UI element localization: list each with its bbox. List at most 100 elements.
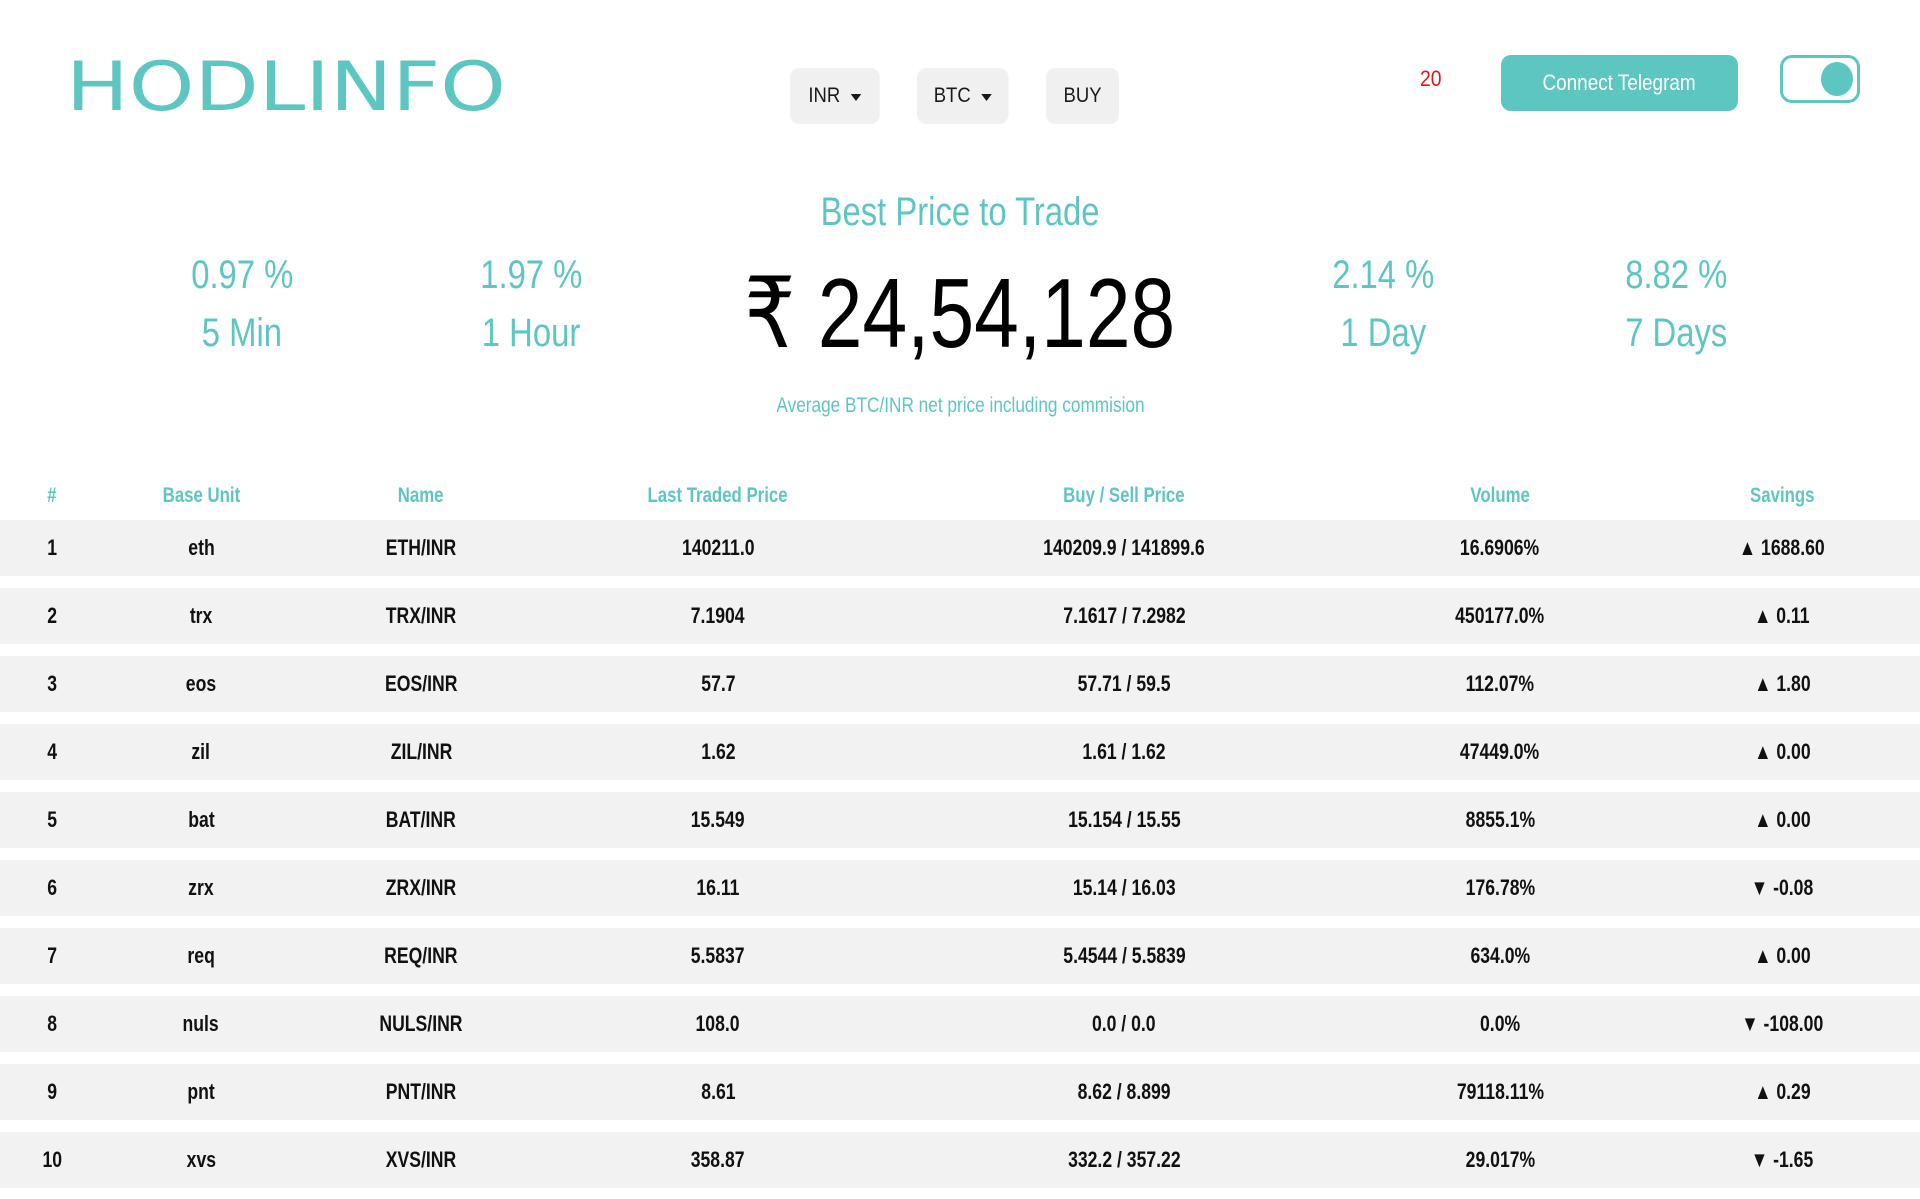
cell-text: 2: [47, 603, 57, 628]
cell-text: 7.1904: [691, 603, 745, 628]
cell-volume: 0.0%: [1356, 1011, 1644, 1037]
cell-base-unit: pnt: [104, 1079, 298, 1105]
cell-text: 7: [47, 943, 57, 968]
cell-name: NULS/INR: [298, 1011, 544, 1037]
cell-text: nuls: [182, 1011, 220, 1036]
cell-buy-sell-price: 332.2 / 357.22: [892, 1147, 1356, 1173]
cell-savings: ▲ 1.80: [1644, 671, 1920, 697]
cell-index: 10: [0, 1147, 104, 1173]
table-row[interactable]: 7 req REQ/INR 5.5837 5.4544 / 5.5839 634.0% ▲ …: [0, 928, 1920, 984]
cell-text: ZRX/INR: [385, 875, 457, 900]
cell-text: zrx: [188, 875, 214, 900]
cell-buy-sell-price: 15.154 / 15.55: [892, 807, 1356, 833]
table-row[interactable]: 6 zrx ZRX/INR 16.11 15.14 / 16.03 176.78% ▼ -0…: [0, 860, 1920, 916]
chevron-down-icon: [981, 93, 992, 101]
cell-last-traded-price: 15.549: [544, 807, 892, 833]
cell-text: 15.14 / 16.03: [1072, 875, 1176, 900]
cell-text: 10: [42, 1147, 62, 1172]
cell-savings: ▲ 0.00: [1644, 739, 1920, 765]
logo[interactable]: HODLINFO: [66, 54, 508, 118]
cell-volume: 79118.11%: [1356, 1079, 1644, 1105]
coin-select[interactable]: BTC: [917, 68, 1009, 124]
cell-text: 15.549: [691, 807, 745, 832]
cell-base-unit: bat: [104, 807, 298, 833]
cell-savings: ▲ 0.11: [1644, 603, 1920, 629]
cell-text: ▼ -108.00: [1740, 1011, 1823, 1036]
cell-index: 1: [0, 535, 104, 561]
col-header-last-traded-price: Last Traded Price: [647, 484, 789, 507]
chevron-down-icon: [850, 93, 862, 101]
cell-text: ETH/INR: [385, 535, 457, 560]
cell-last-traded-price: 5.5837: [544, 943, 892, 969]
table-row[interactable]: 2 trx TRX/INR 7.1904 7.1617 / 7.2982 450177.0…: [0, 588, 1920, 644]
theme-toggle[interactable]: [1780, 55, 1860, 103]
cell-text: 57.71 / 59.5: [1077, 671, 1171, 696]
table-row[interactable]: 9 pnt PNT/INR 8.61 8.62 / 8.899 79118.11% ▲ 0.…: [0, 1064, 1920, 1120]
table-row[interactable]: 3 eos EOS/INR 57.7 57.71 / 59.5 112.07% ▲ 1.80: [0, 656, 1920, 712]
currency-select[interactable]: INR: [790, 68, 880, 124]
stat-value: 1.97 %: [479, 253, 583, 297]
cell-text: 140209.9 / 141899.6: [1043, 535, 1205, 560]
cell-text: 5.5837: [691, 943, 745, 968]
cell-text: ▼ -1.65: [1750, 1147, 1814, 1172]
header-nav: INR BTC BUY: [790, 68, 1129, 124]
cell-text: NULS/INR: [379, 1011, 463, 1036]
cell-text: TRX/INR: [385, 603, 457, 628]
stat-value: 2.14 %: [1331, 253, 1435, 297]
table-row[interactable]: 5 bat BAT/INR 15.549 15.154 / 15.55 8855.1% ▲ …: [0, 792, 1920, 848]
cell-base-unit: req: [104, 943, 298, 969]
cell-savings: ▼ -108.00: [1644, 1011, 1920, 1037]
cell-text: 0.0%: [1479, 1011, 1521, 1036]
cell-text: 112.07%: [1465, 671, 1535, 696]
logo-text: HODLINFO: [66, 54, 506, 118]
cell-text: 8.61: [700, 1079, 736, 1104]
connect-telegram-button[interactable]: Connect Telegram: [1501, 55, 1738, 111]
cell-text: 5: [47, 807, 57, 832]
stat-label: 7 Days: [1624, 311, 1728, 355]
cell-volume: 29.017%: [1356, 1147, 1644, 1173]
cell-text: 16.11: [696, 875, 740, 900]
cell-name: PNT/INR: [298, 1079, 544, 1105]
cell-savings: ▼ -1.65: [1644, 1147, 1920, 1173]
cell-text: 3: [47, 671, 57, 696]
cell-text: bat: [187, 807, 215, 832]
stat-label: 1 Hour: [481, 311, 581, 355]
hero-subtitle: Average BTC/INR net price including comm…: [0, 394, 1920, 418]
hero-title: Best Price to Trade: [0, 190, 1920, 235]
cell-buy-sell-price: 5.4544 / 5.5839: [892, 943, 1356, 969]
stat-value: 0.97 %: [190, 253, 294, 297]
table-row[interactable]: 4 zil ZIL/INR 1.62 1.61 / 1.62 47449.0% ▲ 0.00: [0, 724, 1920, 780]
cell-text: 634.0%: [1470, 943, 1530, 968]
best-price-value: ₹ 24,54,128: [744, 258, 1176, 368]
table-row[interactable]: 8 nuls NULS/INR 108.0 0.0 / 0.0 0.0% ▼ -108.00: [0, 996, 1920, 1052]
cell-base-unit: zrx: [104, 875, 298, 901]
table-row[interactable]: 1 eth ETH/INR 140211.0 140209.9 / 141899.6 16…: [0, 520, 1920, 576]
col-header-savings: Savings: [1749, 484, 1815, 507]
buy-button[interactable]: BUY: [1046, 68, 1120, 124]
cell-text: 47449.0%: [1460, 739, 1540, 764]
stat-1hour: 1.97 % 1 Hour: [381, 246, 681, 362]
cell-base-unit: eth: [104, 535, 298, 561]
table-body: 1 eth ETH/INR 140211.0 140209.9 / 141899.6 16…: [0, 520, 1920, 1188]
cell-last-traded-price: 7.1904: [544, 603, 892, 629]
cell-text: 16.6906%: [1460, 535, 1540, 560]
cell-volume: 16.6906%: [1356, 535, 1644, 561]
cell-text: BAT/INR: [385, 807, 457, 832]
stat-1day: 2.14 % 1 Day: [1233, 246, 1533, 362]
cell-savings: ▲ 0.29: [1644, 1079, 1920, 1105]
col-header-volume: Volume: [1470, 484, 1530, 507]
cell-text: ▲ 0.00: [1753, 739, 1811, 764]
cell-text: 57.7: [700, 671, 736, 696]
cell-volume: 112.07%: [1356, 671, 1644, 697]
cell-index: 4: [0, 739, 104, 765]
col-header-name: Name: [398, 484, 444, 507]
table-row[interactable]: 10 xvs XVS/INR 358.87 332.2 / 357.22 29.017% ▼…: [0, 1132, 1920, 1188]
cell-base-unit: trx: [104, 603, 298, 629]
cell-name: ZRX/INR: [298, 875, 544, 901]
cell-text: 176.78%: [1465, 875, 1535, 900]
cell-last-traded-price: 108.0: [544, 1011, 892, 1037]
coin-select-label: BTC: [933, 84, 971, 107]
cell-text: EOS/INR: [384, 671, 458, 696]
cell-text: ▲ 0.11: [1754, 603, 1810, 628]
cell-text: 15.154 / 15.55: [1067, 807, 1181, 832]
